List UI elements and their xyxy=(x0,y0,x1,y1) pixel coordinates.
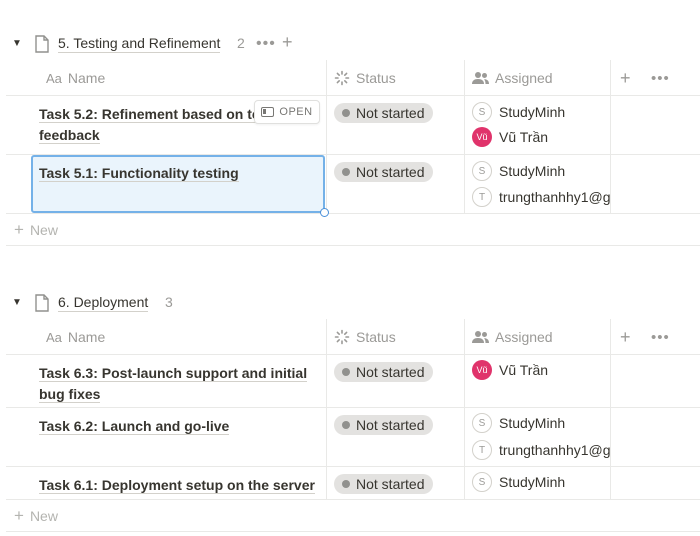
divider xyxy=(610,355,611,407)
table-row[interactable]: Task 5.2: Refinement based on testing fee… xyxy=(6,96,700,155)
column-header-assigned[interactable]: Assigned xyxy=(472,60,553,96)
divider xyxy=(326,155,327,213)
group-header-deployment: ▼ 6. Deployment 3 xyxy=(0,289,700,317)
assignee: Ttrungthanhhy1@g xyxy=(472,186,610,208)
table-row[interactable]: Task 6.2: Launch and go-live Not started… xyxy=(6,408,700,467)
divider xyxy=(464,319,465,355)
status-dot-icon xyxy=(342,109,350,117)
group-title[interactable]: 5. Testing and Refinement xyxy=(58,35,221,53)
table-header-row: Aa Name Status Assigned + ••• xyxy=(6,319,700,355)
group-count: 3 xyxy=(165,294,173,310)
status-dot-icon xyxy=(342,480,350,488)
table-row[interactable]: Task 6.1: Deployment setup on the server… xyxy=(6,467,700,500)
avatar: S xyxy=(472,472,492,492)
table-row[interactable]: Task 6.3: Post-launch support and initia… xyxy=(6,355,700,408)
row-title[interactable]: Task 6.1: Deployment setup on the server xyxy=(6,467,326,496)
more-options-icon[interactable]: ••• xyxy=(651,319,670,355)
assigned-cell[interactable]: S StudyMinh Ttrungthanhhy1@g xyxy=(464,155,610,213)
text-property-icon: Aa xyxy=(46,329,62,345)
divider xyxy=(326,467,327,499)
new-row-button[interactable]: + New xyxy=(6,214,700,246)
status-badge: Not started xyxy=(334,362,434,382)
assigned-cell[interactable]: S StudyMinh Ttrungthanhhy1@g xyxy=(464,408,610,466)
row-title[interactable]: Task 6.3: Post-launch support and initia… xyxy=(6,355,326,405)
table-header-row: Aa Name Status Assigned + ••• xyxy=(6,60,700,96)
new-row-button[interactable]: + New xyxy=(6,500,700,532)
assignee: Vũ Vũ Trần xyxy=(472,126,548,148)
column-header-status[interactable]: Status xyxy=(334,319,396,355)
divider xyxy=(326,355,327,407)
column-header-assigned[interactable]: Assigned xyxy=(472,319,553,355)
collapse-toggle-icon[interactable]: ▼ xyxy=(12,297,24,309)
divider xyxy=(326,60,327,96)
more-options-icon[interactable]: ••• xyxy=(256,35,276,52)
page-icon xyxy=(35,35,49,53)
assigned-cell[interactable]: S StudyMinh xyxy=(464,467,610,499)
plus-icon: + xyxy=(14,219,24,239)
assignee: Vũ Vũ Trần xyxy=(472,359,548,381)
status-badge: Not started xyxy=(334,103,434,123)
group-title[interactable]: 6. Deployment xyxy=(58,294,149,312)
divider xyxy=(610,467,611,499)
avatar: T xyxy=(472,440,492,460)
assignee: S StudyMinh xyxy=(472,471,565,493)
group-count: 2 xyxy=(237,35,245,51)
status-dot-icon xyxy=(342,168,350,176)
divider xyxy=(464,60,465,96)
side-peek-icon xyxy=(261,107,275,117)
status-dot-icon xyxy=(342,368,350,376)
divider xyxy=(326,319,327,355)
assigned-cell[interactable]: Vũ Vũ Trần xyxy=(464,355,610,407)
row-title[interactable]: Task 6.2: Launch and go-live xyxy=(6,408,326,437)
column-header-status[interactable]: Status xyxy=(334,60,396,96)
add-property-icon[interactable]: + xyxy=(620,319,631,355)
avatar: S xyxy=(472,413,492,433)
assignee: S StudyMinh xyxy=(472,160,565,182)
people-icon xyxy=(472,331,489,343)
add-icon[interactable]: + xyxy=(282,32,293,52)
add-property-icon[interactable]: + xyxy=(620,60,631,96)
group-header-testing: ▼ 5. Testing and Refinement 2 ••• + xyxy=(0,30,700,58)
status-badge: Not started xyxy=(334,474,434,494)
plus-icon: + xyxy=(14,505,24,525)
avatar: S xyxy=(472,102,492,122)
avatar: S xyxy=(472,161,492,181)
table-row[interactable]: Task 5.1: Functionality testing Not star… xyxy=(6,155,700,214)
column-header-name[interactable]: Aa Name xyxy=(46,319,105,355)
status-badge: Not started xyxy=(334,415,434,435)
status-loading-icon xyxy=(334,329,350,345)
collapse-toggle-icon[interactable]: ▼ xyxy=(12,38,24,50)
status-dot-icon xyxy=(342,421,350,429)
row-title[interactable]: Task 5.1: Functionality testing xyxy=(6,155,326,184)
divider xyxy=(610,319,611,355)
avatar: Vũ xyxy=(472,127,492,147)
divider xyxy=(610,96,611,154)
status-loading-icon xyxy=(334,70,350,86)
avatar: Vũ xyxy=(472,360,492,380)
divider xyxy=(610,408,611,466)
avatar: T xyxy=(472,187,492,207)
open-button[interactable]: OPEN xyxy=(254,100,320,124)
divider xyxy=(610,155,611,213)
assignee: Ttrungthanhhy1@g xyxy=(472,439,610,461)
status-badge: Not started xyxy=(334,162,434,182)
page-icon xyxy=(35,294,49,312)
divider xyxy=(610,60,611,96)
assigned-cell[interactable]: S StudyMinh Vũ Vũ Trần xyxy=(464,96,610,154)
more-options-icon[interactable]: ••• xyxy=(651,60,670,96)
text-property-icon: Aa xyxy=(46,70,62,86)
divider xyxy=(326,408,327,466)
column-header-name[interactable]: Aa Name xyxy=(46,60,105,96)
assignee: S StudyMinh xyxy=(472,101,565,123)
people-icon xyxy=(472,72,489,84)
divider xyxy=(326,96,327,154)
assignee: S StudyMinh xyxy=(472,412,565,434)
